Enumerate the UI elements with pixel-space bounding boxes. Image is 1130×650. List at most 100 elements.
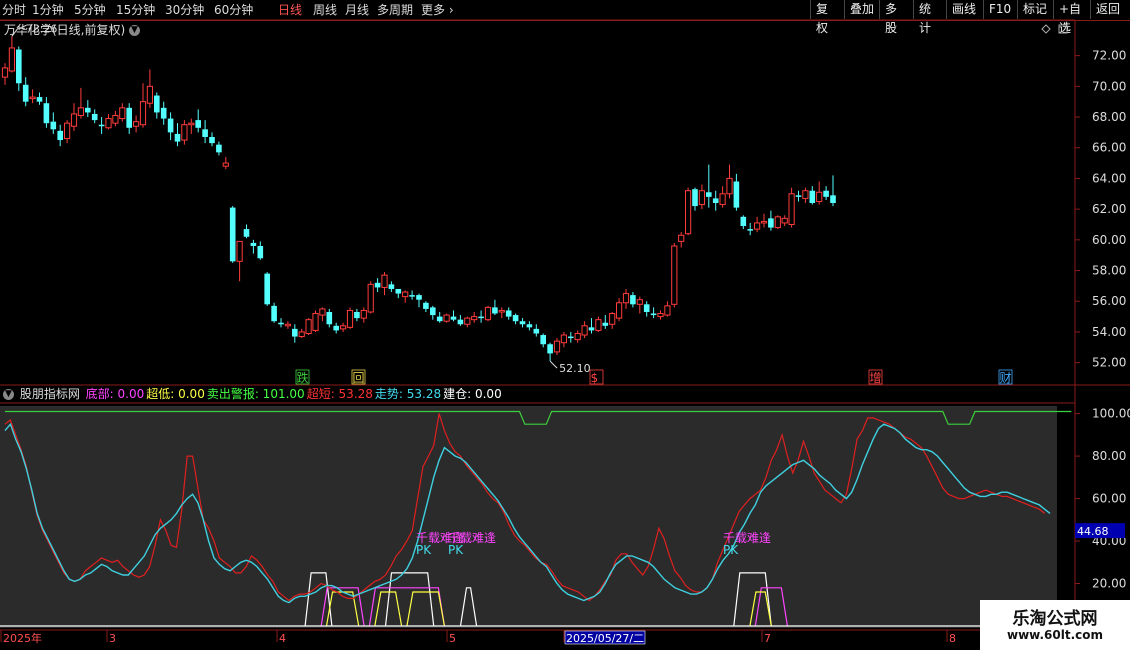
- candle-body: [788, 193, 795, 225]
- candle-body: [374, 282, 381, 288]
- indicator-legend: ▼ 股朋指标网 底部: 0.00 超低: 0.00 卖出警报: 101.00 超短: …: [0, 386, 504, 403]
- candle-body: [119, 107, 126, 120]
- candle-body: [8, 47, 15, 72]
- date-label: 2025年: [3, 631, 42, 645]
- candle-body: [160, 107, 167, 119]
- candle-body: [484, 306, 492, 321]
- candle-body: [340, 325, 347, 330]
- indicator-tick-label: 20.00: [1092, 577, 1126, 591]
- candle-body: [257, 245, 264, 259]
- indicator-item-4: 走势: 53.28: [374, 387, 442, 401]
- candle-body: [602, 322, 609, 326]
- candle-body: [795, 195, 802, 197]
- candle-body: [760, 220, 768, 224]
- candle-body: [354, 311, 360, 319]
- candle-body: [754, 222, 761, 230]
- candle-body: [271, 305, 277, 322]
- candle-body: [112, 115, 119, 124]
- candle-body: [209, 136, 215, 144]
- candle-body: [388, 284, 395, 289]
- candle-body: [630, 295, 636, 305]
- candle-body: [22, 84, 29, 102]
- signal-pk-text: PK: [448, 543, 464, 557]
- candle-body: [574, 332, 581, 341]
- candle-body: [202, 129, 208, 137]
- candle-body: [581, 325, 588, 336]
- chevron-down-icon[interactable]: ▼: [129, 25, 141, 36]
- candle-body: [292, 328, 298, 337]
- date-label: 7: [764, 632, 771, 645]
- candle-body: [616, 302, 623, 319]
- candle-body: [250, 242, 257, 246]
- diamond-icon: [1041, 24, 1051, 34]
- candle-body: [657, 313, 664, 318]
- candle-body: [553, 340, 561, 353]
- candle-body: [70, 113, 78, 127]
- watermark-url: www.60lt.com: [1006, 628, 1104, 642]
- date-label: 5: [449, 632, 456, 645]
- indicator-item-3: 超短: 53.28: [306, 387, 373, 401]
- candle-body: [360, 309, 367, 319]
- candle-body: [816, 191, 823, 202]
- candle-body: [1, 67, 9, 78]
- signal-pk-text: PK: [416, 543, 432, 557]
- candle-body: [443, 314, 450, 322]
- candle-body: [222, 162, 229, 167]
- indicator-item-5: 建仓: 0.00: [443, 387, 502, 401]
- stock-title-label[interactable]: 万华化学(日线,前复权): [4, 23, 125, 37]
- candle-body: [540, 335, 546, 345]
- candle-body: [264, 273, 270, 305]
- candle-body: [781, 217, 788, 224]
- candle-body: [430, 307, 436, 316]
- price-tick-label: 56.00: [1092, 294, 1126, 308]
- candle-body: [492, 307, 498, 314]
- candle-body: [678, 234, 685, 242]
- candle-body: [333, 325, 339, 331]
- date-label: 2025/05/27/二: [566, 632, 644, 645]
- signal-pk-text: PK: [723, 543, 739, 557]
- candle-body: [643, 304, 650, 312]
- candle-body: [284, 323, 291, 327]
- candle-body: [50, 121, 57, 130]
- indicator-item-0: 底部: 0.00: [85, 387, 145, 401]
- candle-body: [146, 85, 154, 104]
- candle-body: [298, 331, 305, 338]
- indicator-toggle-icon[interactable]: ▼: [3, 389, 14, 400]
- candle-body: [436, 316, 443, 322]
- price-tick-label: 66.00: [1092, 141, 1126, 155]
- price-low-label: 52.10: [559, 362, 591, 375]
- candle-body: [526, 324, 533, 328]
- candle-body: [505, 310, 512, 317]
- candle-body: [588, 327, 595, 331]
- candle-body: [16, 49, 22, 84]
- candle-body: [154, 95, 160, 113]
- candle-body: [823, 190, 829, 197]
- candle-body: [450, 316, 457, 320]
- candle-body: [181, 124, 188, 141]
- price-tick-label: 72.00: [1092, 49, 1126, 63]
- stock-chart[interactable]: 73.2652.10 跌回 $ 增财 千载难逢PK千载难逢PK千载难逢PK 72.0…: [0, 0, 1130, 650]
- stock-title[interactable]: 万华化学(日线,前复权) ▼: [4, 21, 141, 38]
- candle-body: [512, 315, 519, 322]
- indicator-background: [0, 406, 1057, 628]
- candle-body: [85, 107, 91, 113]
- candle-body: [416, 295, 422, 300]
- candle-body: [802, 190, 809, 199]
- candle-body: [726, 177, 733, 195]
- candle-body: [733, 181, 740, 208]
- candle-body: [636, 299, 643, 305]
- date-label: 3: [109, 632, 116, 645]
- event-label: 回: [353, 371, 365, 385]
- candle-body: [326, 311, 333, 325]
- candle-body: [471, 316, 478, 321]
- price-tick-label: 70.00: [1092, 79, 1126, 93]
- indicator-name[interactable]: 股朋指标网: [20, 387, 80, 401]
- candle-body: [395, 288, 402, 294]
- candle-body: [519, 321, 526, 325]
- candle-body: [305, 319, 312, 334]
- candle-body: [698, 190, 705, 206]
- indicator-tick-label: 60.00: [1092, 492, 1126, 506]
- indicator-tick-label: 100.00: [1092, 407, 1130, 421]
- candle-body: [312, 313, 319, 331]
- candle-body: [671, 245, 678, 305]
